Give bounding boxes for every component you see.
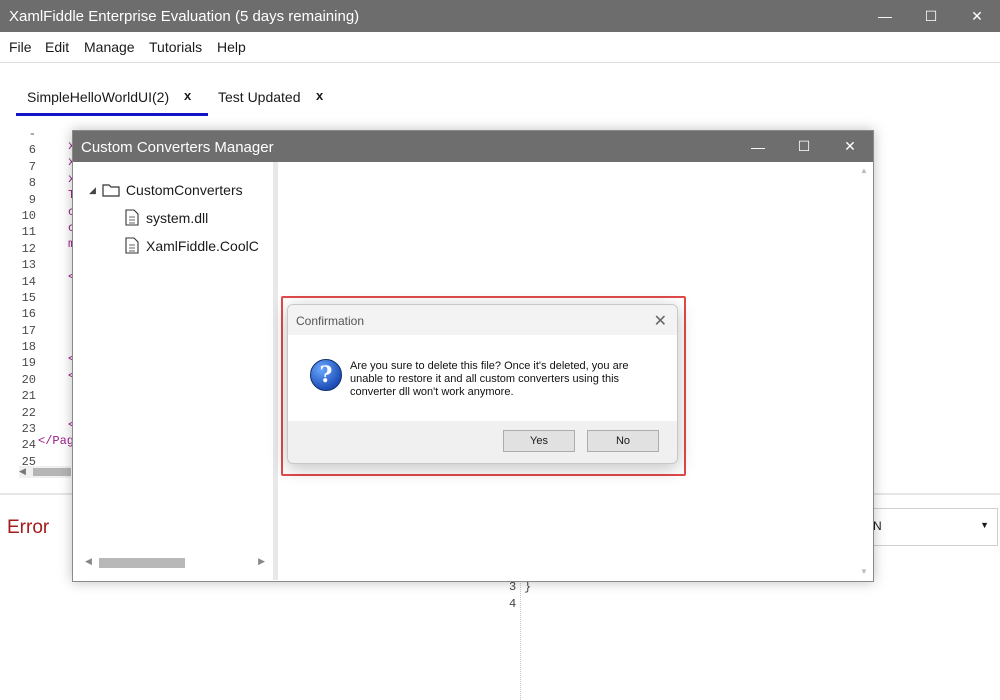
manager-titlebar: Custom Converters Manager — ☐ ✕ [73,131,873,162]
active-tab-indicator [16,113,208,116]
tree-item-label: XamlFiddle.CoolC [146,237,259,254]
line-number: 10 [21,208,36,223]
editor-horizontal-scrollbar[interactable]: ◀ [19,466,71,478]
menu-tutorials[interactable]: Tutorials [149,39,202,55]
line-number: 9 [28,192,36,207]
menu-edit[interactable]: Edit [45,39,69,55]
scroll-right-icon[interactable]: ▶ [258,556,265,567]
manager-title: Custom Converters Manager [81,139,274,156]
file-icon [125,209,139,226]
scroll-down-icon[interactable]: ▼ [860,567,868,576]
no-button[interactable]: No [587,430,659,452]
main-titlebar: XamlFiddle Enterprise Evaluation (5 days… [0,0,1000,32]
line-number: 7 [28,159,36,174]
scroll-up-icon[interactable]: ▲ [860,166,868,175]
close-icon[interactable]: ✕ [654,311,667,331]
manager-close-button[interactable]: ✕ [827,131,873,162]
confirmation-title: Confirmation [296,314,365,328]
line-number: - [28,127,36,141]
menu-bar: File Edit Manage Tutorials Help [0,32,1000,63]
yes-button[interactable]: Yes [503,430,575,452]
manager-minimize-button[interactable]: — [735,131,781,162]
tree-item-xamlfiddle-coolc[interactable]: XamlFiddle.CoolC [125,237,259,254]
confirmation-body: ? Are you sure to delete this file? Once… [288,335,677,421]
tab-close-icon[interactable]: x [316,88,323,103]
error-label: Error [7,517,50,538]
maximize-button[interactable]: ☐ [908,0,954,32]
line-number: 12 [21,241,36,256]
converters-tree: ◢ CustomConverters system.dll XamlFiddle… [73,162,273,580]
line-number: 20 [21,372,36,387]
code-brace: } [524,580,532,594]
output-dropdown[interactable]: N ▼ [871,508,998,546]
tree-horizontal-scrollbar[interactable]: ◀ ▶ [85,555,265,569]
window-title: XamlFiddle Enterprise Evaluation (5 days… [9,8,360,25]
tab-test-updated[interactable]: Test Updated [218,89,301,105]
line-number: 8 [28,176,36,191]
tab-close-icon[interactable]: x [184,88,191,103]
file-icon [125,237,139,254]
minimize-button[interactable]: — [862,0,908,32]
tree-item-label: system.dll [146,209,209,226]
line-number: 16 [21,307,36,322]
scroll-left-icon[interactable]: ◀ [85,556,92,567]
collapse-arrow-icon[interactable]: ◢ [89,185,96,196]
line-number: 13 [21,258,36,273]
menu-file[interactable]: File [9,39,32,55]
confirmation-titlebar: Confirmation ✕ [288,305,677,335]
scroll-left-icon[interactable]: ◀ [19,466,26,477]
line-number: 22 [21,405,36,420]
bottom-separator [520,578,522,700]
scrollbar-thumb[interactable] [33,468,71,476]
line-number: 21 [21,389,36,404]
menu-help[interactable]: Help [217,39,246,55]
tree-root-label: CustomConverters [125,182,243,198]
line-number: 18 [21,340,36,355]
tree-root-customconverters[interactable]: ◢ CustomConverters [89,182,243,198]
line-number: 24 [21,438,36,453]
editor-gutter: - 6 7 8 9 10 11 12 13 14 15 16 17 18 19 … [0,126,36,470]
folder-icon [102,184,120,197]
confirmation-message: Are you sure to delete this file? Once i… [350,360,629,398]
line-number: 14 [21,274,36,289]
chevron-down-icon: ▼ [980,520,989,530]
code-closing-tag: </Pag [38,434,75,448]
menu-manage[interactable]: Manage [84,39,135,55]
tab-simplehelloworldui[interactable]: SimpleHelloWorldUI(2) [27,89,169,105]
vertical-scrollbar[interactable]: ▲ ▼ [856,162,873,580]
line-number: 19 [21,356,36,371]
question-icon: ? [310,359,342,391]
line-number: 11 [21,225,36,240]
manager-maximize-button[interactable]: ☐ [781,131,827,162]
dropdown-value: N [873,519,882,533]
line-number: 6 [28,143,36,158]
line-number: 4 [509,597,517,611]
scrollbar-thumb[interactable] [99,558,185,568]
confirmation-dialog: Confirmation ✕ ? Are you sure to delete … [287,304,678,464]
tree-item-system-dll[interactable]: system.dll [125,209,208,226]
close-button[interactable]: ✕ [954,0,1000,32]
line-number: 15 [21,290,36,305]
line-number: 23 [21,422,36,437]
line-number: 17 [21,323,36,338]
line-number: 3 [509,580,517,594]
